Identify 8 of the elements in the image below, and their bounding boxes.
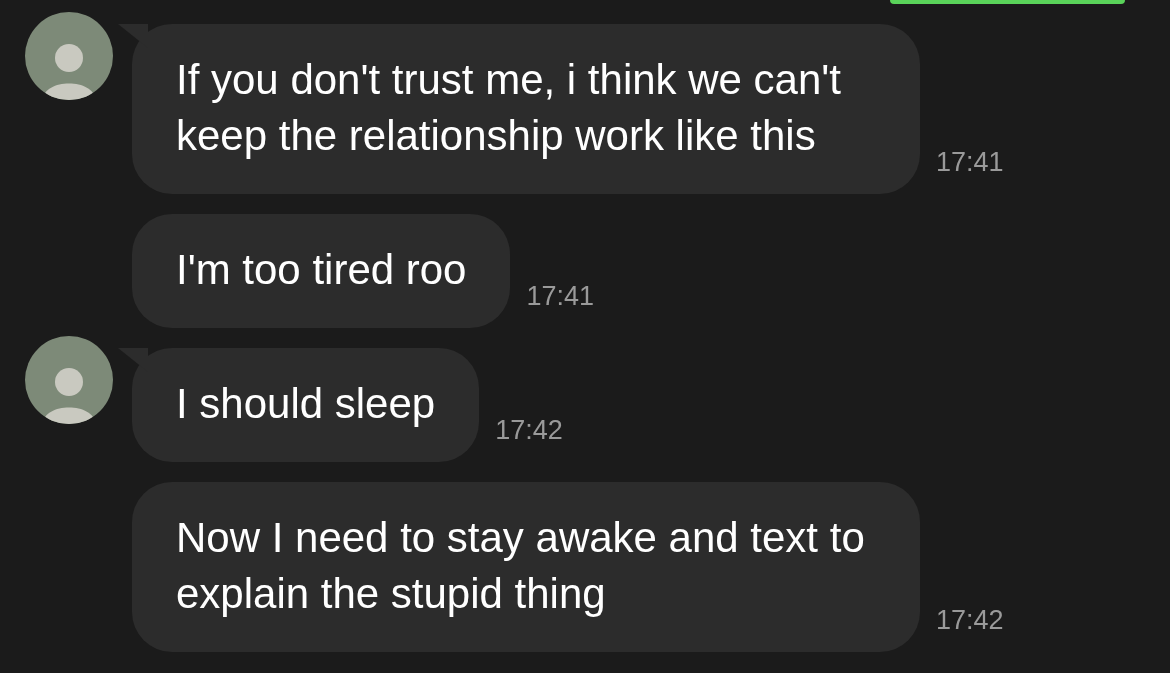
message-time: 17:41 xyxy=(526,281,595,312)
message-bubble: Now I need to stay awake and text to explain the stupid thing xyxy=(132,482,920,652)
message-time: 17:41 xyxy=(936,147,1004,178)
message-bubble: I'm too tired roo xyxy=(132,214,511,328)
message-time: 17:42 xyxy=(495,415,563,446)
message-bubble: If you don't trust me, i think we can't keep the relationship work like this xyxy=(132,24,920,194)
message-bubble: I should sleep xyxy=(132,348,480,462)
message-time: 17:42 xyxy=(936,605,1004,636)
